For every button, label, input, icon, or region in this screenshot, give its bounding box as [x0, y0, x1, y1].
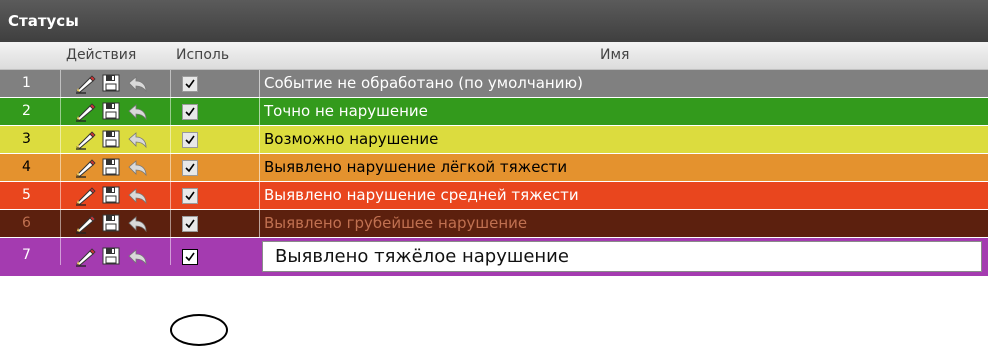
column-divider [60, 126, 61, 153]
status-name-input[interactable] [262, 241, 982, 272]
header-actions: Действия [66, 47, 137, 63]
table-row[interactable]: 2 Точно не нарушение [0, 98, 988, 126]
floppy-disk-icon[interactable] [102, 102, 122, 122]
header-name: Имя [600, 47, 630, 63]
status-name: Точно не нарушение [259, 98, 428, 125]
column-divider [60, 154, 61, 181]
column-divider [60, 238, 61, 265]
statuses-panel: Статусы Действия Исполь Имя 1 Событие не … [0, 0, 988, 347]
use-checkbox[interactable] [182, 76, 198, 92]
header-use: Исполь [176, 47, 230, 63]
row-number: 5 [22, 187, 31, 203]
highlight-ellipse [170, 314, 228, 346]
status-name: Событие не обработано (по умолчанию) [259, 70, 583, 97]
column-divider [170, 126, 171, 153]
column-divider [170, 70, 171, 97]
use-checkbox[interactable] [182, 104, 198, 120]
floppy-disk-icon[interactable] [102, 158, 122, 178]
table-header: Действия Исполь Имя [0, 42, 988, 70]
pencil-icon[interactable] [74, 247, 96, 267]
column-divider [60, 70, 61, 97]
undo-icon[interactable] [126, 130, 147, 150]
pencil-icon[interactable] [74, 102, 96, 122]
floppy-disk-icon[interactable] [102, 74, 122, 94]
floppy-disk-icon[interactable] [102, 214, 122, 234]
floppy-disk-icon[interactable] [102, 130, 122, 150]
status-name: Выявлено нарушение средней тяжести [259, 182, 579, 209]
table-row[interactable]: 6 Выявлено грубейшее нарушение [0, 210, 988, 238]
row-number: 3 [22, 131, 31, 147]
table-row[interactable]: 7 [0, 238, 988, 277]
pencil-icon[interactable] [74, 74, 96, 94]
column-divider [170, 210, 171, 237]
pencil-icon[interactable] [74, 158, 96, 178]
use-checkbox[interactable] [182, 188, 198, 204]
status-name: Выявлено нарушение лёгкой тяжести [259, 154, 567, 181]
floppy-disk-icon[interactable] [102, 186, 122, 206]
column-divider [170, 154, 171, 181]
undo-icon[interactable] [126, 247, 147, 267]
undo-icon[interactable] [126, 74, 147, 94]
row-number: 1 [22, 75, 31, 91]
undo-icon[interactable] [126, 186, 147, 206]
row-number: 7 [22, 247, 31, 263]
column-divider [60, 98, 61, 125]
undo-icon[interactable] [126, 102, 147, 122]
pencil-icon[interactable] [74, 214, 96, 234]
table-row[interactable]: 3 Возможно нарушение [0, 126, 988, 154]
column-divider [60, 210, 61, 237]
pencil-icon[interactable] [74, 186, 96, 206]
table-row[interactable]: 1 Событие не обработано (по умолчанию) [0, 70, 988, 98]
column-divider [170, 182, 171, 209]
use-checkbox[interactable] [182, 160, 198, 176]
column-divider [170, 98, 171, 125]
pencil-icon[interactable] [74, 130, 96, 150]
row-number: 4 [22, 159, 31, 175]
undo-icon[interactable] [126, 158, 147, 178]
status-name: Выявлено грубейшее нарушение [259, 210, 527, 237]
table-row[interactable]: 5 Выявлено нарушение средней тяжести [0, 182, 988, 210]
table-row[interactable]: 4 Выявлено нарушение лёгкой тяжести [0, 154, 988, 182]
undo-icon[interactable] [126, 214, 147, 234]
use-checkbox[interactable] [182, 216, 198, 232]
use-checkbox[interactable] [182, 249, 198, 265]
row-number: 6 [22, 215, 31, 231]
status-name: Возможно нарушение [259, 126, 438, 153]
use-checkbox[interactable] [182, 132, 198, 148]
column-divider [60, 182, 61, 209]
row-number: 2 [22, 103, 31, 119]
floppy-disk-icon[interactable] [102, 247, 122, 267]
panel-title: Статусы [0, 0, 988, 42]
column-divider [170, 238, 171, 265]
